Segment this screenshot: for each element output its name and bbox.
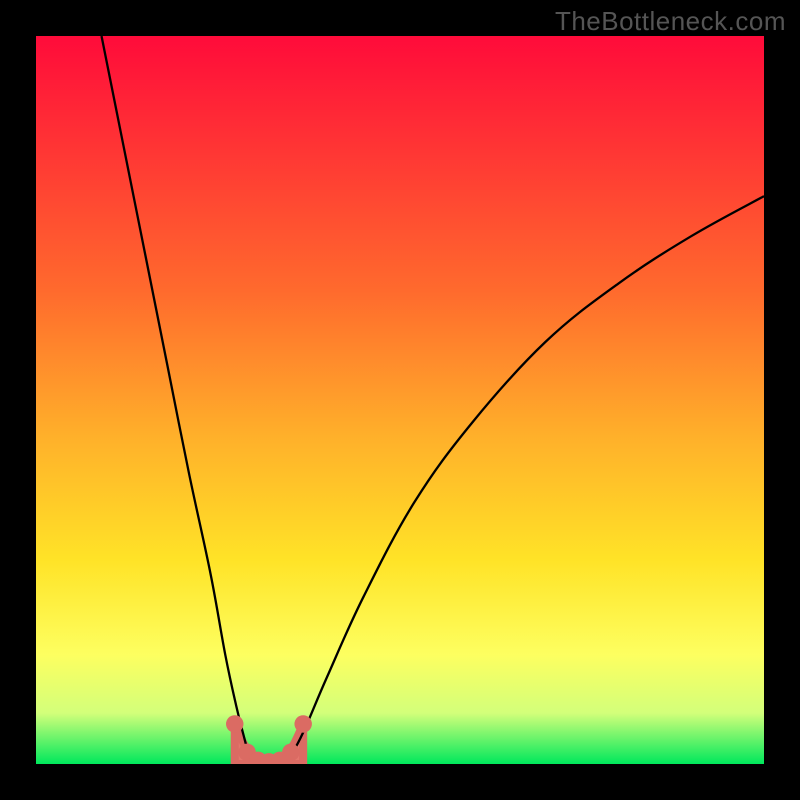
chart-svg [36,36,764,764]
valley-marker-dot [294,715,311,732]
chart-background [36,36,764,764]
chart-plot-area [36,36,764,764]
valley-marker-dot [282,744,299,761]
valley-marker-dot [226,715,243,732]
watermark-text: TheBottleneck.com [555,6,786,37]
